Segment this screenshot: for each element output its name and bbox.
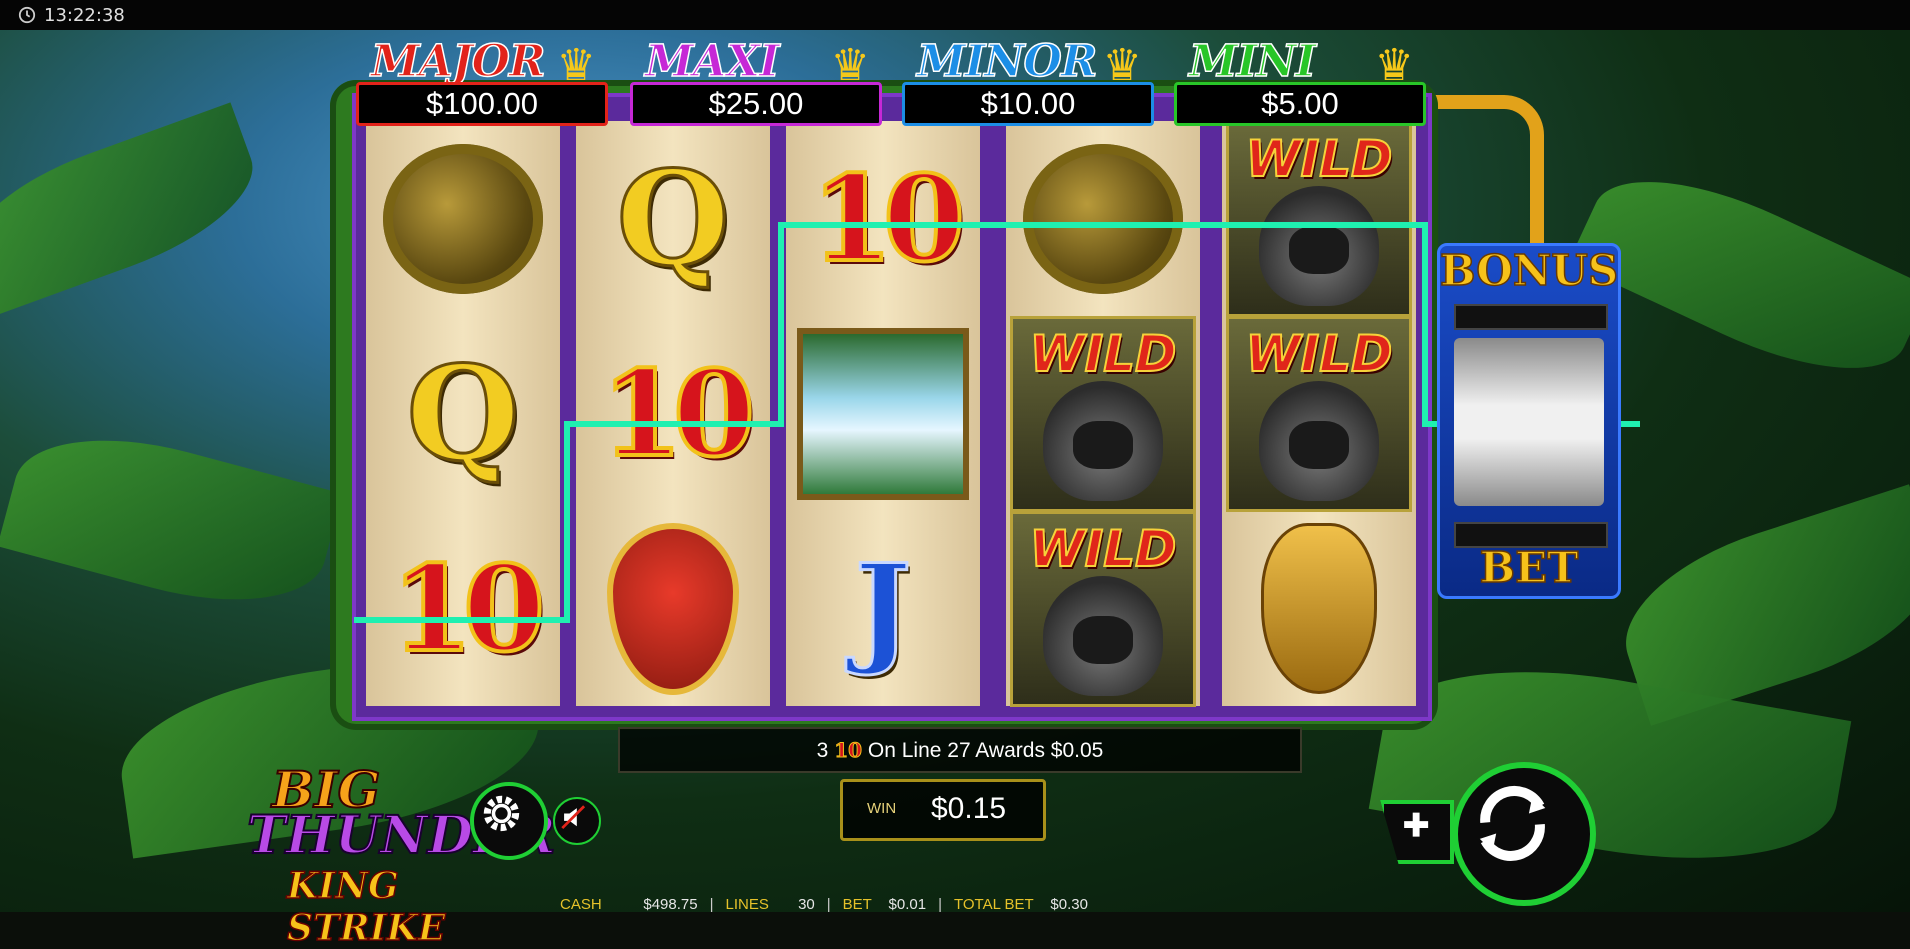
jackpot-mini: MINI ♛ $5.00 (1174, 35, 1426, 126)
clock-icon (18, 6, 36, 24)
jackpot-maxi: MAXI ♛ $25.00 (630, 35, 882, 126)
bet-label: BET (842, 896, 872, 913)
symbol-mask (1222, 511, 1416, 706)
reel-5: WILD WILD (1222, 120, 1416, 706)
symbol-wild: WILD (1222, 120, 1416, 317)
jungle-leaf (0, 410, 343, 630)
bottom-info-bar: CASH $498.75 | LINES 30 | BET $0.01 | TO… (560, 896, 1088, 913)
sound-muted-icon (561, 805, 586, 830)
reel-2: Q 10 (576, 121, 770, 706)
message-text: On Line 27 Awards $0.05 (867, 739, 1104, 762)
jackpot-value: $25.00 (630, 82, 882, 126)
symbol-wild: WILD (1222, 315, 1416, 512)
symbol-10: 10 (389, 537, 547, 680)
bet-value: $0.01 (888, 896, 927, 913)
symbol-q: Q (405, 336, 521, 492)
jackpot-name: MINI (1188, 35, 1317, 88)
jackpot-name: MAJOR (370, 35, 546, 88)
jackpot-value: $100.00 (356, 82, 608, 126)
jackpot-value: $5.00 (1174, 82, 1426, 126)
reel-4: WILD WILD (1006, 121, 1200, 707)
logo-line3: KING STRIKE (286, 864, 446, 949)
cash-label: CASH (560, 896, 602, 913)
spin-button[interactable] (1452, 762, 1596, 906)
cash-value: $498.75 (643, 896, 698, 913)
jackpot-major: MAJOR ♛ $100.00 (356, 35, 608, 126)
message-count: 3 (816, 739, 829, 762)
symbol-wild: WILD (1006, 315, 1200, 512)
bonus-meter: BONUS BET (1437, 243, 1621, 599)
jackpot-name: MAXI (644, 35, 780, 88)
symbol-snake (366, 121, 560, 316)
bonus-title: BONUS (1439, 245, 1619, 296)
symbol-snake (1006, 121, 1200, 316)
jackpot-minor: MINOR ♛ $10.00 (902, 35, 1154, 126)
jackpot-value: $10.00 (902, 82, 1154, 126)
jungle-leaf (0, 102, 272, 318)
gear-icon (483, 795, 520, 832)
plus-icon (1404, 812, 1429, 837)
settings-button[interactable] (470, 782, 548, 860)
win-value: $0.15 (931, 792, 1007, 825)
symbol-waterfall (786, 316, 980, 511)
symbol-j: J (853, 537, 913, 681)
win-label: WIN (867, 800, 897, 817)
lines-value: 30 (798, 896, 815, 913)
message-symbol: 10 (834, 738, 863, 763)
symbol-q: Q (615, 141, 731, 297)
bonus-bet-label: BET (1479, 542, 1579, 593)
win-message: 3 10 On Line 27 Awards $0.05 (618, 727, 1302, 773)
status-bar: 13:22:38 (0, 0, 1910, 30)
symbol-10: 10 (809, 147, 967, 290)
game-logo: BIG THUNDER KING STRIKE (242, 759, 557, 949)
spin-icon (1479, 785, 1546, 861)
jackpot-name: MINOR (916, 35, 1098, 88)
total-bet-value: $0.30 (1050, 896, 1088, 913)
lines-label: LINES (725, 896, 769, 913)
symbol-shield (576, 511, 770, 706)
symbol-10: 10 (599, 342, 757, 485)
bonus-progress-bar (1454, 304, 1608, 330)
symbol-wild: WILD (1006, 510, 1200, 707)
bonus-reel (1454, 338, 1604, 506)
sound-button[interactable] (553, 797, 601, 845)
jackpot-panel: MAJOR ♛ $100.00 MAXI ♛ $25.00 MINOR ♛ $1… (350, 35, 1450, 126)
reel-3: 10 J (786, 121, 980, 706)
total-bet-label: TOTAL BET (953, 896, 1034, 913)
reel-grid: Q 10 Q 10 10 J WILD WILD WILD WILD (352, 93, 1432, 721)
clock-time: 13:22:38 (44, 4, 125, 26)
win-display: WIN $0.15 (840, 779, 1046, 841)
